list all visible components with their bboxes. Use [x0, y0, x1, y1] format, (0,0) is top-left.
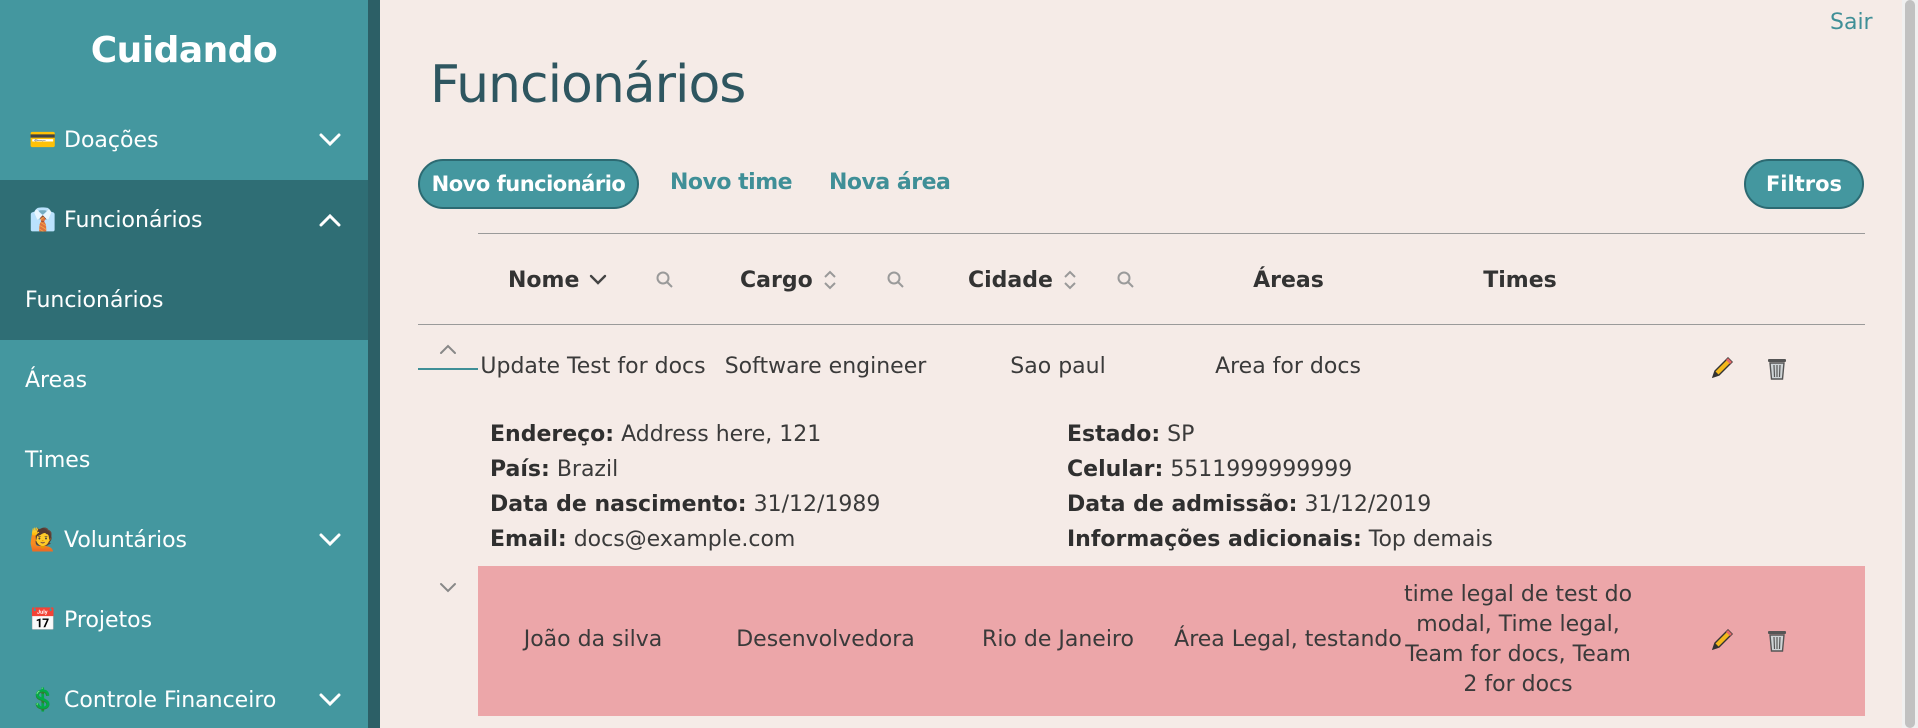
edit-pencil-icon[interactable]	[1707, 625, 1737, 655]
detail-label: Data de admissão:	[1067, 492, 1298, 517]
detail-label: Data de nascimento:	[490, 492, 747, 517]
cell-name: João da silva	[523, 627, 663, 652]
cell-city: Sao paul	[1010, 354, 1106, 379]
delete-trash-icon[interactable]	[1762, 353, 1792, 383]
cell-areas: Area for docs	[1215, 354, 1361, 379]
column-label: Cargo	[740, 267, 813, 293]
detail-value: 31/12/1989	[753, 492, 881, 517]
chevron-up-icon	[316, 206, 344, 234]
sort-icon	[1063, 270, 1077, 290]
sort-icon	[823, 270, 837, 290]
calendar-icon: 📅	[29, 607, 57, 633]
cell-teams-line: Team for docs, Team	[1405, 642, 1631, 667]
cell-teams-line: time legal de test do	[1403, 582, 1633, 607]
detail-label: Celular:	[1067, 457, 1164, 482]
column-header-times: Times	[1483, 267, 1557, 293]
sidebar-item-label: Funcionários	[64, 207, 203, 233]
search-icon[interactable]	[655, 270, 675, 290]
sidebar-subitem-funcionarios[interactable]: Funcionários	[0, 260, 368, 340]
search-icon[interactable]	[1116, 270, 1136, 290]
column-header-cargo[interactable]: Cargo	[740, 264, 837, 296]
edit-pencil-icon[interactable]	[1707, 353, 1737, 383]
cell-role: Desenvolvedora	[736, 627, 915, 652]
table-top-divider	[478, 233, 1865, 234]
detail-phone: Celular: 5511999999999	[1067, 452, 1493, 487]
sidebar-item-label: Voluntários	[64, 527, 187, 553]
detail-label: País:	[490, 457, 550, 482]
expand-row-button[interactable]	[436, 576, 460, 600]
cell-teams: time legal de test do modal, Time legal,…	[1403, 580, 1633, 700]
column-header-areas: Áreas	[1253, 267, 1324, 293]
volunteer-icon: 🙋	[29, 527, 57, 553]
employee-details-right: Estado: SP Celular: 5511999999999 Data d…	[1067, 417, 1493, 557]
sidebar-item-funcionarios[interactable]: 👔 Funcionários	[0, 180, 368, 260]
scrollbar-thumb[interactable]	[1905, 0, 1915, 728]
sidebar-item-label: Projetos	[64, 607, 153, 633]
detail-address: Endereço: Address here, 121	[490, 417, 880, 452]
filters-button[interactable]: Filtros	[1744, 159, 1864, 209]
chevron-down-icon	[589, 274, 607, 286]
detail-state: Estado: SP	[1067, 417, 1493, 452]
new-employee-button[interactable]: Novo funcionário	[418, 159, 639, 209]
detail-value: Top demais	[1368, 527, 1493, 552]
detail-value: Address here, 121	[621, 422, 822, 447]
column-header-nome[interactable]: Nome	[508, 264, 607, 296]
column-label: Cidade	[968, 267, 1053, 293]
sidebar-item-doacoes[interactable]: 💳 Doações	[0, 100, 368, 180]
search-icon[interactable]	[886, 270, 906, 290]
scrollbar[interactable]	[1902, 0, 1918, 728]
table-header-divider	[418, 324, 1865, 325]
sidebar-item-label: Doações	[64, 127, 159, 153]
detail-email: Email: docs@example.com	[490, 522, 880, 557]
new-team-button[interactable]: Novo time	[670, 170, 793, 195]
sidebar-edge	[368, 0, 380, 728]
delete-trash-icon[interactable]	[1762, 625, 1792, 655]
sidebar-subitem-times[interactable]: Times	[0, 420, 368, 500]
detail-value: 5511999999999	[1170, 457, 1353, 482]
detail-info: Informações adicionais: Top demais	[1067, 522, 1493, 557]
new-area-button[interactable]: Nova área	[829, 170, 951, 195]
person-icon: 👔	[29, 207, 57, 233]
cell-role: Software engineer	[724, 354, 927, 379]
logout-link[interactable]: Sair	[1830, 10, 1873, 35]
cell-city: Rio de Janeiro	[982, 627, 1134, 652]
sidebar-item-projetos[interactable]: 📅 Projetos	[0, 580, 368, 660]
detail-label: Estado:	[1067, 422, 1161, 447]
cell-teams-line: modal, Time legal,	[1416, 612, 1620, 637]
detail-value: SP	[1167, 422, 1195, 447]
detail-value: 31/12/2019	[1304, 492, 1432, 517]
detail-label: Informações adicionais:	[1067, 527, 1362, 552]
detail-value: Brazil	[556, 457, 619, 482]
detail-admission: Data de admissão: 31/12/2019	[1067, 487, 1493, 522]
sidebar-item-voluntarios[interactable]: 🙋 Voluntários	[0, 500, 368, 580]
sidebar-item-label: Controle Financeiro	[64, 687, 277, 713]
collapse-row-button[interactable]	[436, 337, 460, 361]
detail-label: Email:	[490, 527, 567, 552]
sidebar: Cuidando 💳 Doações 👔 Funcionários Funcio…	[0, 0, 368, 728]
detail-birth: Data de nascimento: 31/12/1989	[490, 487, 880, 522]
cell-name: Update Test for docs	[480, 354, 706, 379]
employee-details-left: Endereço: Address here, 121 País: Brazil…	[490, 417, 880, 557]
detail-country: País: Brazil	[490, 452, 880, 487]
chevron-down-icon	[316, 126, 344, 154]
page-title: Funcionários	[430, 55, 746, 115]
sidebar-subitem-areas[interactable]: Áreas	[0, 340, 368, 420]
detail-value: docs@example.com	[573, 527, 796, 552]
cell-areas: Área Legal, testando	[1174, 627, 1402, 652]
dollar-icon: 💲	[29, 687, 57, 713]
chevron-down-icon	[316, 686, 344, 714]
expanded-row-indicator	[418, 368, 478, 370]
chevron-down-icon	[316, 526, 344, 554]
column-label: Nome	[508, 267, 580, 293]
detail-label: Endereço:	[490, 422, 615, 447]
sidebar-item-controle-financeiro[interactable]: 💲 Controle Financeiro	[0, 660, 368, 728]
column-header-cidade[interactable]: Cidade	[968, 264, 1077, 296]
brand-logo[interactable]: Cuidando	[0, 0, 368, 100]
credit-card-icon: 💳	[29, 127, 57, 153]
cell-teams-line: 2 for docs	[1463, 672, 1573, 697]
